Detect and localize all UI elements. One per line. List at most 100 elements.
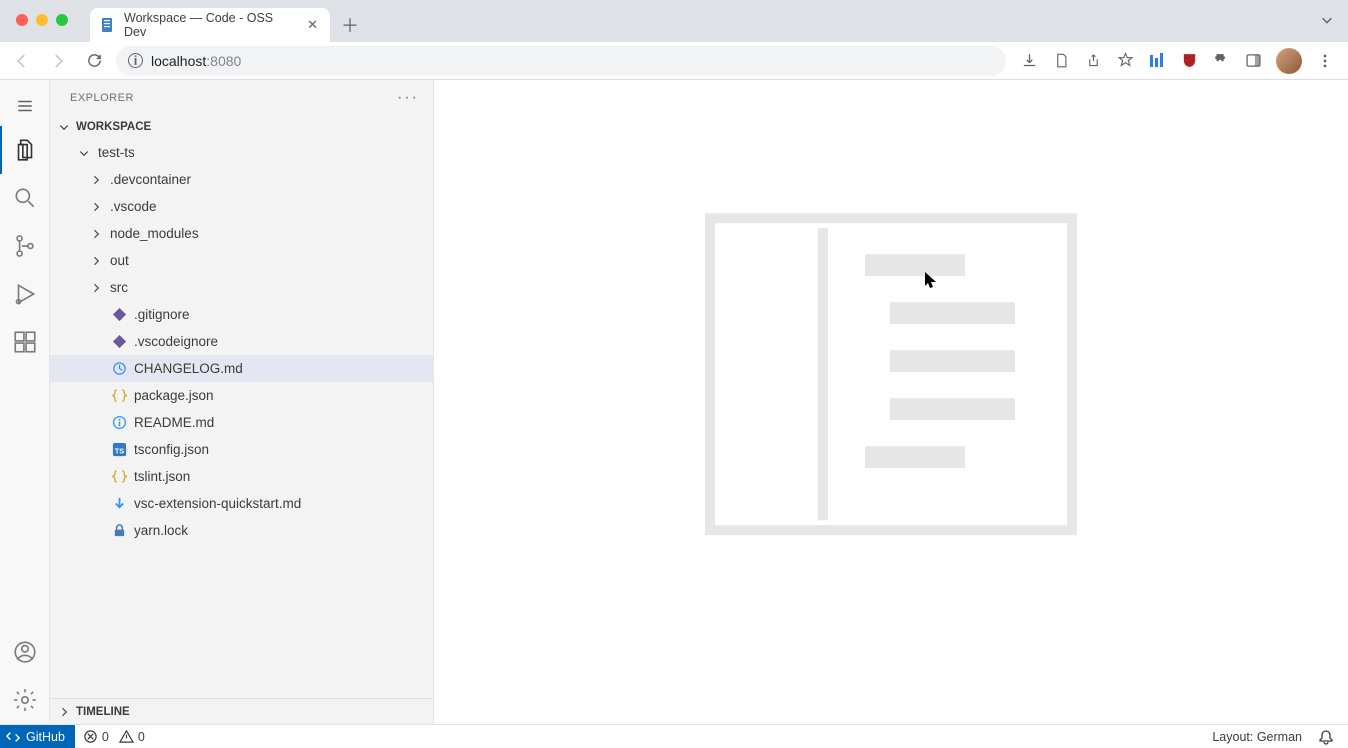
editor-area[interactable] [434, 80, 1348, 724]
folder-label: src [110, 280, 128, 295]
activity-bar [0, 80, 50, 724]
bookmark-star-icon[interactable] [1116, 52, 1134, 70]
empty-editor-watermark [710, 218, 1072, 535]
tree-folder-root[interactable]: test-ts [50, 139, 433, 166]
browser-menu-icon[interactable] [1316, 52, 1334, 70]
warning-count: 0 [138, 730, 145, 744]
tree-file[interactable]: .gitignore [50, 301, 433, 328]
activity-source-control[interactable] [0, 222, 50, 270]
tree-file[interactable]: .vscodeignore [50, 328, 433, 355]
folder-label: .devcontainer [110, 172, 191, 187]
browser-tab-strip: Workspace — Code - OSS Dev ✕ ＋ [0, 0, 1348, 42]
tree-folder[interactable]: .vscode [50, 193, 433, 220]
window-minimize-button[interactable] [36, 14, 48, 26]
address-bar[interactable]: i localhost:8080 [116, 46, 1006, 76]
browser-tab[interactable]: Workspace — Code - OSS Dev ✕ [90, 8, 330, 42]
tree-file[interactable]: tslint.json [50, 463, 433, 490]
sidepanel-icon[interactable] [1244, 52, 1262, 70]
url-host: localhost [151, 53, 206, 69]
chevron-down-icon [76, 147, 92, 159]
tree-file[interactable]: TS tsconfig.json [50, 436, 433, 463]
error-count: 0 [102, 730, 109, 744]
file-icon [110, 496, 128, 511]
activity-settings[interactable] [0, 676, 50, 724]
profile-avatar[interactable] [1276, 48, 1302, 74]
file-label: tslint.json [134, 469, 190, 484]
activity-explorer[interactable] [0, 126, 50, 174]
file-label: yarn.lock [134, 523, 188, 538]
file-icon [110, 307, 128, 322]
tab-favicon [100, 17, 116, 33]
extensions-puzzle-icon[interactable] [1212, 52, 1230, 70]
warning-icon [119, 729, 134, 744]
folder-label: .vscode [110, 199, 157, 214]
activity-search[interactable] [0, 174, 50, 222]
tree-file[interactable]: CHANGELOG.md [50, 355, 433, 382]
document-icon[interactable] [1052, 52, 1070, 70]
remote-indicator[interactable]: GitHub [0, 725, 75, 748]
nav-forward-button[interactable] [44, 47, 72, 75]
nav-back-button[interactable] [8, 47, 36, 75]
chevron-right-icon [88, 201, 104, 213]
tree-folder[interactable]: out [50, 247, 433, 274]
folder-label: test-ts [98, 145, 135, 160]
chevron-right-icon [88, 174, 104, 186]
folder-label: out [110, 253, 129, 268]
file-label: vsc-extension-quickstart.md [134, 496, 301, 511]
window-zoom-button[interactable] [56, 14, 68, 26]
file-tree: test-ts .devcontainer .vscode node_moduleso… [50, 139, 433, 698]
notifications-bell[interactable] [1310, 729, 1342, 745]
tree-file[interactable]: README.md [50, 409, 433, 436]
workspace-section-header[interactable]: WORKSPACE [50, 115, 433, 139]
activity-extensions[interactable] [0, 318, 50, 366]
tree-folder[interactable]: node_modules [50, 220, 433, 247]
workspace-section-label: WORKSPACE [76, 121, 151, 133]
file-icon: TS [110, 442, 128, 457]
file-icon [110, 361, 128, 376]
problems-indicator[interactable]: 0 0 [75, 725, 153, 748]
activity-accounts[interactable] [0, 628, 50, 676]
chevron-right-icon [56, 706, 72, 718]
file-icon [110, 469, 128, 484]
activity-run-debug[interactable] [0, 270, 50, 318]
bell-icon [1318, 729, 1334, 745]
tree-folder[interactable]: .devcontainer [50, 166, 433, 193]
tree-file[interactable]: vsc-extension-quickstart.md [50, 490, 433, 517]
mouse-cursor [924, 271, 938, 294]
tree-file[interactable]: package.json [50, 382, 433, 409]
extension-icon-1[interactable] [1148, 52, 1166, 70]
tree-file[interactable]: yarn.lock [50, 517, 433, 544]
file-icon [110, 334, 128, 349]
chevron-right-icon [88, 228, 104, 240]
file-label: package.json [134, 388, 214, 403]
explorer-title: EXPLORER [70, 92, 134, 104]
keyboard-layout-indicator[interactable]: Layout: German [1204, 730, 1310, 744]
tree-folder[interactable]: src [50, 274, 433, 301]
tab-overflow-button[interactable] [1320, 13, 1334, 32]
new-tab-button[interactable]: ＋ [336, 11, 364, 39]
nav-reload-button[interactable] [80, 47, 108, 75]
url-port: :8080 [206, 53, 241, 69]
file-label: .vscodeignore [134, 334, 218, 349]
explorer-more-button[interactable]: ··· [397, 89, 419, 107]
site-info-icon[interactable]: i [128, 53, 143, 68]
app-menu-button[interactable] [0, 86, 50, 126]
chevron-down-icon [56, 121, 72, 133]
window-controls [16, 14, 68, 26]
install-icon[interactable] [1020, 52, 1038, 70]
file-label: README.md [134, 415, 214, 430]
timeline-section-label: TIMELINE [76, 706, 130, 718]
status-bar: GitHub 0 0 Layout: German [0, 724, 1348, 748]
ublock-icon[interactable] [1180, 52, 1198, 70]
tab-close-button[interactable]: ✕ [305, 17, 320, 33]
timeline-section-header[interactable]: TIMELINE [50, 698, 433, 724]
window-close-button[interactable] [16, 14, 28, 26]
file-label: tsconfig.json [134, 442, 209, 457]
file-label: .gitignore [134, 307, 190, 322]
file-icon [110, 523, 128, 538]
file-label: CHANGELOG.md [134, 361, 243, 376]
svg-text:TS: TS [114, 446, 124, 455]
share-icon[interactable] [1084, 52, 1102, 70]
folder-label: node_modules [110, 226, 199, 241]
layout-label: Layout: German [1212, 730, 1302, 744]
